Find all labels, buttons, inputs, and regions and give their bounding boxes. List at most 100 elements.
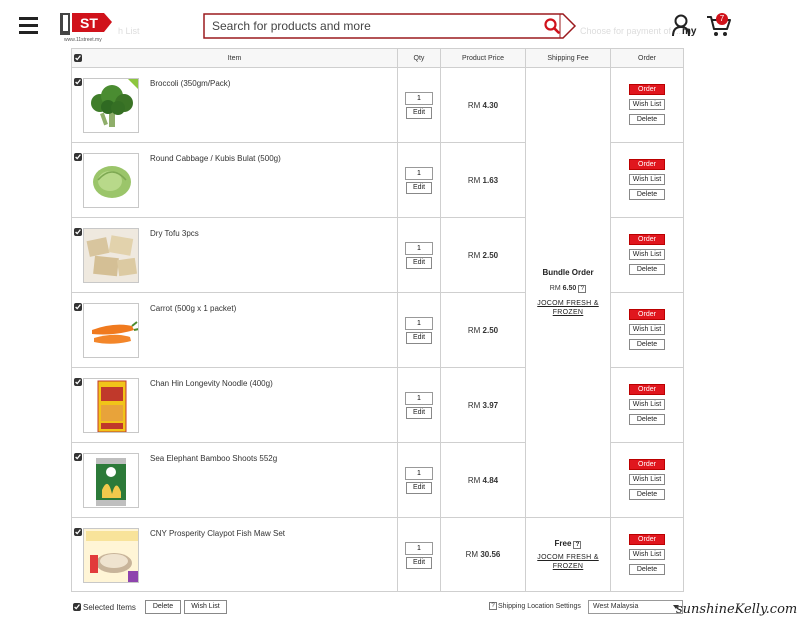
order-button[interactable]: Order — [629, 84, 665, 95]
quantity-input[interactable] — [405, 242, 433, 255]
item-checkbox[interactable] — [74, 78, 82, 86]
select-all-checkbox[interactable] — [74, 54, 82, 62]
delete-button[interactable]: Delete — [629, 189, 665, 200]
fish-maw-set-image[interactable] — [83, 528, 139, 583]
order-button[interactable]: Order — [629, 459, 665, 470]
price-value: 4.30 — [482, 100, 499, 110]
quantity-input[interactable] — [405, 542, 433, 555]
edit-quantity-button[interactable]: Edit — [406, 482, 432, 494]
item-checkbox[interactable] — [74, 153, 82, 161]
shipping-help-icon[interactable]: ? — [489, 602, 497, 610]
wishlist-button[interactable]: Wish List — [629, 399, 665, 410]
edit-quantity-button[interactable]: Edit — [406, 257, 432, 269]
price-cell: RM 30.56 — [440, 517, 526, 592]
free-shipping-cell: Free? JOCOM FRESH & FROZEN — [525, 517, 611, 592]
delete-selected-button[interactable]: Delete — [145, 600, 181, 614]
my-account-label[interactable]: my — [682, 26, 696, 37]
item-name[interactable]: Sea Elephant Bamboo Shoots 552g — [150, 454, 277, 463]
quantity-input[interactable] — [405, 317, 433, 330]
table-header-row: Item Qty Product Price Shipping Fee Orde… — [71, 48, 684, 68]
item-column-header: Item — [71, 48, 398, 68]
wishlist-selected-button[interactable]: Wish List — [184, 600, 227, 614]
search-icon[interactable] — [543, 17, 561, 35]
delete-button[interactable]: Delete — [629, 339, 665, 350]
wishlist-button[interactable]: Wish List — [629, 324, 665, 335]
bundle-price: RM 6.50? — [526, 285, 610, 293]
table-row: CNY Prosperity Claypot Fish Maw Set Edit R… — [71, 517, 684, 592]
wishlist-button[interactable]: Wish List — [629, 549, 665, 560]
top-header: ST www.11street.my h List Choose for pay… — [0, 0, 800, 52]
svg-text:www.11street.my: www.11street.my — [64, 37, 102, 43]
menu-icon[interactable] — [19, 17, 38, 34]
edit-quantity-button[interactable]: Edit — [406, 407, 432, 419]
order-button[interactable]: Order — [629, 534, 665, 545]
delete-button[interactable]: Delete — [629, 489, 665, 500]
price-currency: RM — [467, 250, 481, 260]
item-header-label: Item — [227, 54, 242, 62]
bamboo-can-image[interactable] — [83, 453, 139, 508]
item-checkbox[interactable] — [74, 378, 82, 386]
delete-button[interactable]: Delete — [629, 264, 665, 275]
edit-quantity-button[interactable]: Edit — [406, 107, 432, 119]
search-input[interactable] — [212, 17, 532, 35]
bundle-help-icon[interactable]: ? — [578, 285, 587, 293]
edit-quantity-button[interactable]: Edit — [406, 182, 432, 194]
actions-cell: Order Wish List Delete — [610, 442, 684, 518]
noodle-image[interactable] — [83, 378, 139, 433]
price-value: 1.63 — [482, 175, 499, 185]
item-name[interactable]: Carrot (500g x 1 packet) — [150, 304, 236, 313]
free-help-icon[interactable]: ? — [573, 540, 582, 549]
selection-footer: Selected Items Delete Wish List ? Shippi… — [71, 600, 683, 616]
actions-cell: Order Wish List Delete — [610, 367, 684, 443]
item-name[interactable]: Round Cabbage / Kubis Bulat (500g) — [150, 154, 281, 163]
delete-button[interactable]: Delete — [629, 414, 665, 425]
item-checkbox[interactable] — [74, 303, 82, 311]
item-name[interactable]: Chan Hin Longevity Noodle (400g) — [150, 379, 273, 388]
delete-button[interactable]: Delete — [629, 114, 665, 125]
item-checkbox[interactable] — [74, 228, 82, 236]
bundle-shipping-cell: Bundle Order RM 6.50? JOCOM FRESH & FROZEN — [525, 67, 611, 518]
quantity-input[interactable] — [405, 167, 433, 180]
order-button[interactable]: Order — [629, 309, 665, 320]
cabbage-image[interactable] — [83, 153, 139, 208]
price-value: 30.56 — [480, 550, 501, 559]
item-checkbox[interactable] — [74, 528, 82, 536]
selected-items-checkbox[interactable] — [73, 603, 81, 611]
quantity-input[interactable] — [405, 92, 433, 105]
wishlist-button[interactable]: Wish List — [629, 174, 665, 185]
delete-button[interactable]: Delete — [629, 564, 665, 575]
price-cell: RM 4.30 — [440, 67, 526, 143]
item-name[interactable]: CNY Prosperity Claypot Fish Maw Set — [150, 529, 285, 538]
broccoli-image[interactable] — [83, 78, 139, 133]
qty-cell: Edit — [397, 367, 441, 443]
quantity-input[interactable] — [405, 467, 433, 480]
item-name[interactable]: Dry Tofu 3pcs — [150, 229, 199, 238]
actions-cell: Order Wish List Delete — [610, 517, 684, 592]
actions-cell: Order Wish List Delete — [610, 142, 684, 218]
bundle-seller-link[interactable]: JOCOM FRESH & FROZEN — [528, 299, 608, 317]
wishlist-button[interactable]: Wish List — [629, 249, 665, 260]
free-seller-link[interactable]: JOCOM FRESH & FROZEN — [528, 553, 608, 571]
item-name[interactable]: Broccoli (350gm/Pack) — [150, 79, 230, 88]
store-logo[interactable]: ST www.11street.my — [60, 10, 114, 44]
price-currency: RM — [467, 475, 481, 485]
order-button[interactable]: Order — [629, 159, 665, 170]
item-checkbox[interactable] — [74, 453, 82, 461]
edit-quantity-button[interactable]: Edit — [406, 332, 432, 344]
search-bar[interactable] — [203, 13, 577, 39]
tofu-image[interactable] — [83, 228, 139, 283]
price-currency: RM — [465, 550, 479, 559]
price-currency: RM — [467, 100, 481, 110]
qty-cell: Edit — [397, 217, 441, 293]
carrot-image[interactable] — [83, 303, 139, 358]
wishlist-button[interactable]: Wish List — [629, 99, 665, 110]
item-cell: Broccoli (350gm/Pack) — [71, 67, 398, 143]
quantity-input[interactable] — [405, 392, 433, 405]
edit-quantity-button[interactable]: Edit — [406, 557, 432, 569]
wishlist-button[interactable]: Wish List — [629, 474, 665, 485]
order-button[interactable]: Order — [629, 234, 665, 245]
shipping-location-select[interactable]: West Malaysia — [588, 600, 683, 614]
item-cell: Carrot (500g x 1 packet) — [71, 292, 398, 368]
order-button[interactable]: Order — [629, 384, 665, 395]
item-cell: CNY Prosperity Claypot Fish Maw Set — [71, 517, 398, 592]
